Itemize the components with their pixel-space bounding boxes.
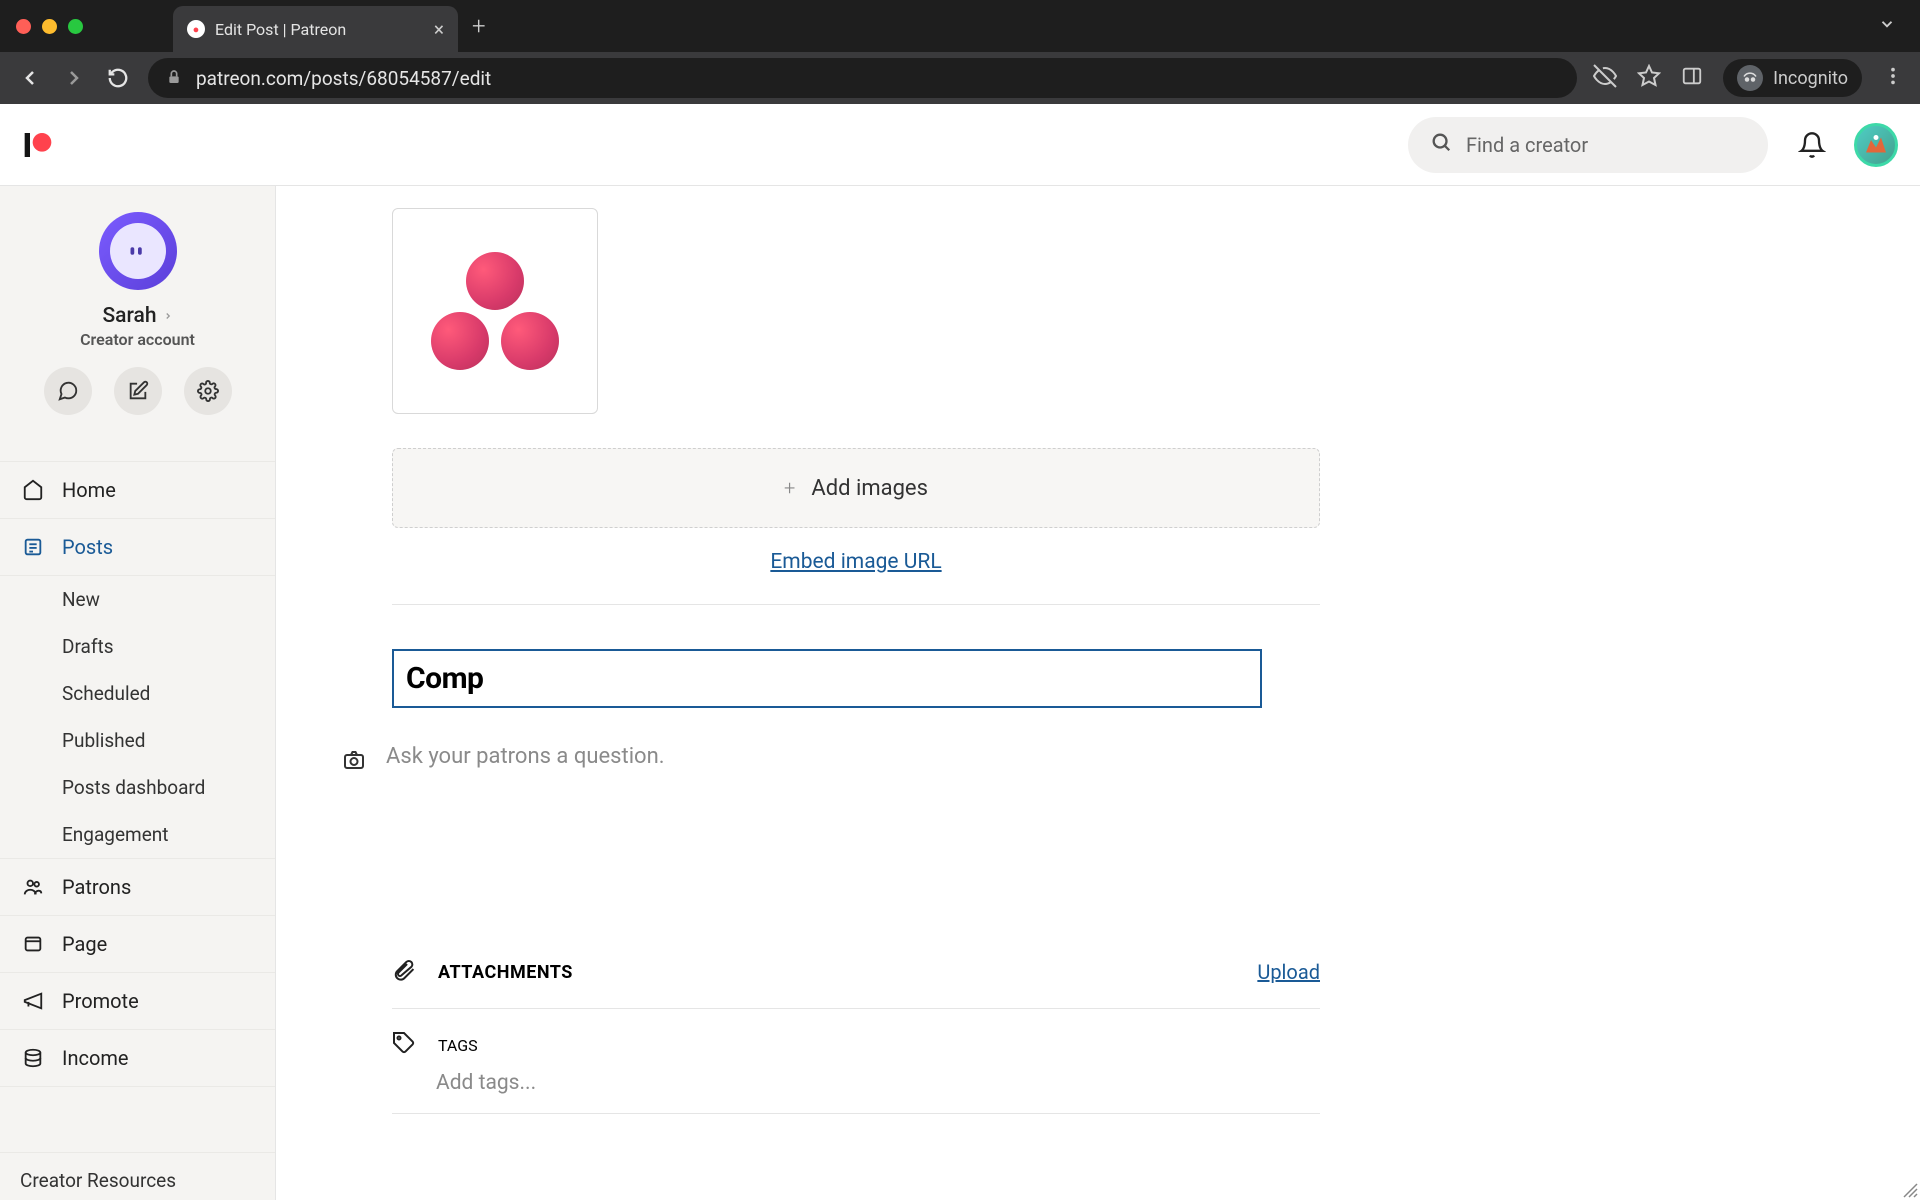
nav-label: Posts: [62, 535, 113, 559]
creator-name-row[interactable]: Sarah: [102, 304, 172, 328]
paperclip-icon: [392, 958, 416, 986]
attachments-label: ATTACHMENTS: [438, 962, 573, 983]
sidebar-item-scheduled[interactable]: Scheduled: [0, 670, 275, 717]
divider: [392, 604, 1320, 605]
tag-icon: [392, 1031, 416, 1059]
incognito-label: Incognito: [1773, 68, 1848, 89]
sidebar-item-engagement[interactable]: Engagement: [0, 811, 275, 858]
nav-label: Page: [62, 932, 107, 956]
resize-handle-icon[interactable]: [1900, 1180, 1918, 1198]
main-content: + Add images Embed image URL Ask your pa…: [276, 186, 1920, 1200]
patrons-icon: [22, 876, 44, 898]
sidebar-item-drafts[interactable]: Drafts: [0, 623, 275, 670]
upload-link[interactable]: Upload: [1257, 960, 1320, 984]
incognito-icon: [1737, 65, 1763, 91]
browser-tab[interactable]: ● Edit Post | Patreon ×: [173, 6, 458, 52]
star-icon[interactable]: [1637, 64, 1661, 92]
notifications-button[interactable]: [1796, 131, 1828, 159]
tab-favicon-icon: ●: [187, 20, 205, 38]
add-images-button[interactable]: + Add images: [392, 448, 1320, 528]
back-button[interactable]: [16, 64, 44, 92]
posts-icon: [22, 536, 44, 558]
chat-button[interactable]: [44, 367, 92, 415]
address-bar[interactable]: patreon.com/posts/68054587/edit: [148, 58, 1577, 98]
sidebar: Sarah Creator account: [0, 186, 276, 1200]
close-icon[interactable]: ×: [434, 20, 444, 39]
new-tab-button[interactable]: +: [472, 12, 486, 40]
sidebar-item-page[interactable]: Page: [0, 915, 275, 972]
nav-label: Income: [62, 1046, 129, 1070]
tags-section-header: TAGS: [392, 1009, 1320, 1065]
plus-icon: +: [784, 476, 795, 500]
search-input[interactable]: Find a creator: [1408, 117, 1768, 173]
nav-label: Patrons: [62, 875, 131, 899]
posts-submenu: New Drafts Scheduled Published Posts das…: [0, 576, 275, 858]
incognito-indicator[interactable]: Incognito: [1723, 59, 1862, 97]
window-controls: [16, 19, 83, 34]
forward-button[interactable]: [60, 64, 88, 92]
creator-account-label: Creator account: [80, 330, 195, 349]
embed-image-url-link[interactable]: Embed image URL: [392, 550, 1320, 574]
tab-title: Edit Post | Patreon: [215, 20, 346, 39]
attachments-section: ATTACHMENTS Upload: [392, 936, 1320, 1009]
chevron-right-icon: [163, 311, 173, 321]
profile-avatar[interactable]: [1854, 123, 1898, 167]
window-minimize[interactable]: [42, 19, 57, 34]
url-text: patreon.com/posts/68054587/edit: [196, 67, 491, 90]
app-root: Find a creator Sarah Creator account: [0, 104, 1920, 1200]
search-placeholder: Find a creator: [1466, 133, 1588, 157]
browser-toolbar: patreon.com/posts/68054587/edit Incognit…: [0, 52, 1920, 104]
patreon-logo-icon[interactable]: [22, 129, 54, 161]
tags-label: TAGS: [438, 1036, 478, 1055]
panel-icon[interactable]: [1681, 65, 1703, 91]
window-maximize[interactable]: [68, 19, 83, 34]
embed-link-text: Embed image URL: [770, 550, 941, 574]
promote-icon: [22, 990, 44, 1012]
sidebar-item-posts[interactable]: Posts: [0, 518, 275, 576]
sidebar-item-home[interactable]: Home: [0, 461, 275, 518]
image-thumbnail[interactable]: [392, 208, 598, 414]
creator-avatar[interactable]: [99, 212, 177, 290]
eye-off-icon[interactable]: [1593, 64, 1617, 92]
chevron-down-icon[interactable]: [1878, 15, 1896, 37]
search-icon: [1430, 131, 1452, 158]
sidebar-item-published[interactable]: Published: [0, 717, 275, 764]
sidebar-item-new[interactable]: New: [0, 576, 275, 623]
nav-label: Promote: [62, 989, 139, 1013]
browser-tab-strip: ● Edit Post | Patreon × +: [0, 0, 1920, 52]
home-icon: [22, 479, 44, 501]
sidebar-item-posts-dashboard[interactable]: Posts dashboard: [0, 764, 275, 811]
tags-input[interactable]: Add tags...: [392, 1065, 1320, 1113]
settings-button[interactable]: [184, 367, 232, 415]
income-icon: [22, 1047, 44, 1069]
window-close[interactable]: [16, 19, 31, 34]
sidebar-item-patrons[interactable]: Patrons: [0, 858, 275, 915]
camera-icon[interactable]: [342, 748, 366, 776]
post-title-input[interactable]: [392, 649, 1262, 708]
lock-icon: [166, 67, 182, 90]
creator-name: Sarah: [102, 304, 156, 328]
post-body-input[interactable]: Ask your patrons a question.: [386, 744, 665, 769]
compose-button[interactable]: [114, 367, 162, 415]
sidebar-item-income[interactable]: Income: [0, 1029, 275, 1087]
kebab-icon[interactable]: [1882, 65, 1904, 91]
page-icon: [22, 933, 44, 955]
creator-block: Sarah Creator account: [0, 212, 275, 437]
sidebar-item-creator-resources[interactable]: Creator Resources: [0, 1152, 275, 1200]
nav-label: Home: [62, 478, 116, 502]
add-images-label: Add images: [811, 476, 928, 501]
thumbnail-graphic-icon: [431, 252, 559, 370]
reload-button[interactable]: [104, 64, 132, 92]
sidebar-item-promote[interactable]: Promote: [0, 972, 275, 1029]
app-header: Find a creator: [0, 104, 1920, 186]
